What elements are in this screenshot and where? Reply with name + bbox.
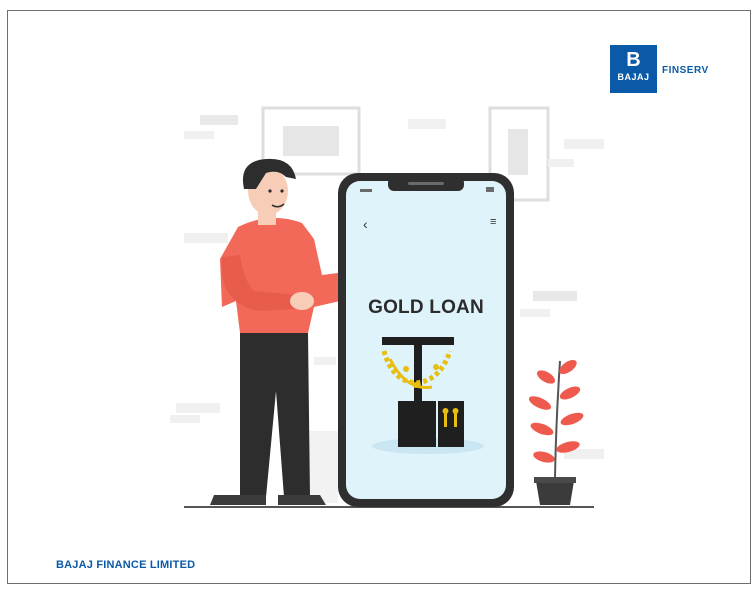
logo-badge: B BAJAJ — [610, 45, 657, 93]
logo-product: FINSERV — [662, 65, 709, 76]
potted-plant — [528, 359, 584, 505]
logo-name: BAJAJ — [617, 72, 650, 82]
gold-loan-title: GOLD LOAN — [368, 297, 484, 318]
bajaj-finserv-logo: B BAJAJ FINSERV — [610, 45, 750, 97]
company-name: BAJAJ FINANCE LIMITED — [56, 559, 196, 571]
hamburger-menu-icon: ≡ — [490, 216, 497, 228]
banner-frame: ‹ ≡ GOLD LOAN B BAJAJ FINSERV BAJAJ FINA… — [7, 10, 751, 584]
logo-letter: B — [626, 49, 641, 71]
chevron-left-icon: ‹ — [363, 216, 368, 232]
